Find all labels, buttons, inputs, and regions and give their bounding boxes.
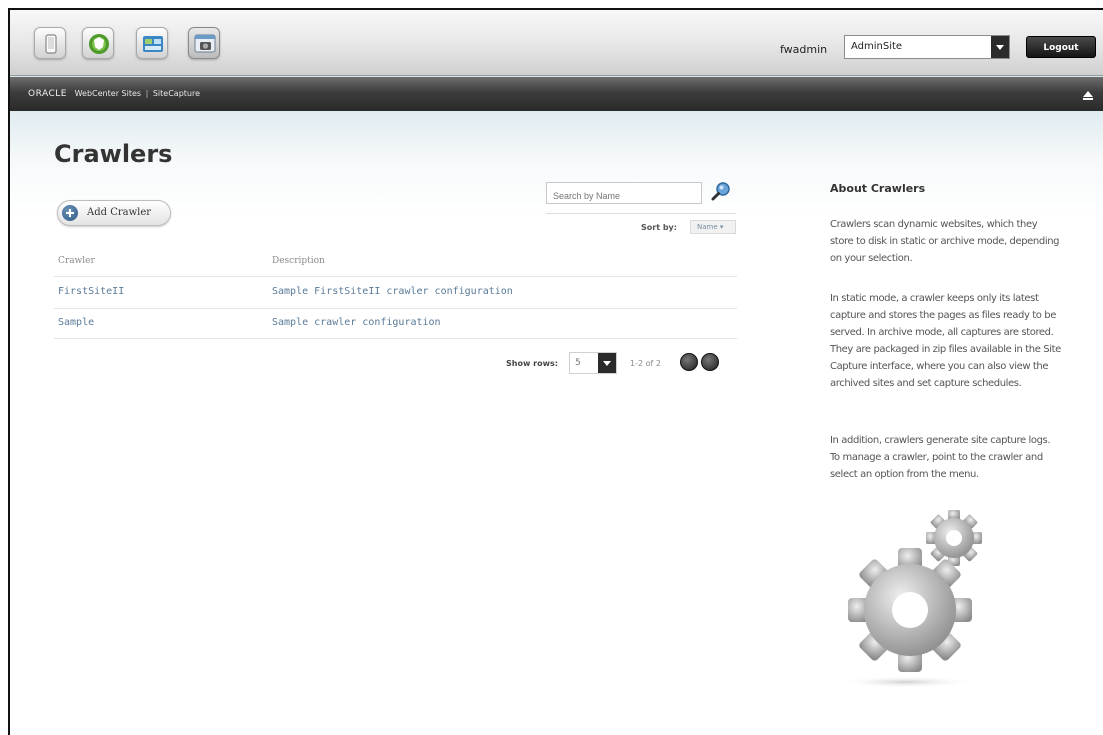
module-name: SiteCapture bbox=[152, 89, 201, 98]
next-page-button[interactable] bbox=[701, 353, 719, 371]
search-input[interactable] bbox=[546, 182, 702, 204]
username-label: fwadmin bbox=[780, 43, 828, 56]
sort-selector-value: Name bbox=[697, 223, 718, 231]
search-icon[interactable] bbox=[710, 180, 732, 202]
divider bbox=[54, 276, 737, 277]
column-header-crawler: Crawler bbox=[58, 256, 95, 266]
previous-page-button[interactable] bbox=[680, 353, 698, 371]
brand-bar: ORACLE WebCenter Sites | SiteCapture bbox=[10, 77, 1103, 111]
brand-separator: | bbox=[145, 89, 149, 98]
product-name: WebCenter Sites bbox=[74, 89, 142, 98]
admin-app-button[interactable] bbox=[82, 27, 114, 59]
eject-collapse-icon[interactable] bbox=[1083, 91, 1093, 100]
divider bbox=[546, 213, 736, 214]
top-toolbar: fwadmin AdminSite Logout bbox=[10, 10, 1103, 76]
chevron-down-icon[interactable] bbox=[991, 36, 1009, 58]
divider bbox=[54, 338, 737, 339]
sitecapture-app-button[interactable] bbox=[188, 27, 220, 59]
about-paragraph: Crawlers scan dynamic websites, which th… bbox=[830, 219, 1060, 264]
plus-circle-icon bbox=[62, 205, 78, 221]
about-paragraph: In static mode, a crawler keeps only its… bbox=[830, 293, 1061, 389]
add-crawler-label: Add Crawler bbox=[87, 207, 152, 218]
oracle-logo: ORACLE bbox=[28, 89, 67, 99]
camera-window-icon bbox=[194, 34, 216, 53]
green-shield-icon bbox=[89, 34, 109, 54]
page-title: Crawlers bbox=[54, 140, 173, 168]
logout-button[interactable]: Logout bbox=[1026, 36, 1096, 58]
show-rows-label: Show rows: bbox=[506, 359, 558, 368]
site-selector[interactable]: AdminSite bbox=[844, 35, 1010, 59]
contributor-app-button[interactable] bbox=[34, 27, 66, 59]
page-range-label: 1-2 of 2 bbox=[630, 359, 661, 368]
sort-selector[interactable]: Name ▾ bbox=[690, 220, 736, 234]
chevron-down-icon[interactable] bbox=[598, 353, 616, 373]
divider bbox=[54, 308, 737, 309]
site-selector-value: AdminSite bbox=[851, 41, 903, 52]
about-paragraph: In addition, crawlers generate site capt… bbox=[830, 435, 1051, 480]
dashboard-app-button[interactable] bbox=[136, 27, 168, 59]
crawler-name-link[interactable]: Sample bbox=[58, 317, 94, 328]
crawler-description: Sample FirstSiteII crawler configuration bbox=[272, 286, 513, 297]
brand-title: ORACLE WebCenter Sites | SiteCapture bbox=[28, 89, 200, 99]
application-window: fwadmin AdminSite Logout ORACLE WebCente… bbox=[8, 8, 1103, 735]
rows-per-page-select[interactable]: 5 bbox=[569, 352, 617, 374]
chevron-down-icon: ▾ bbox=[719, 223, 724, 231]
column-header-description: Description bbox=[272, 256, 325, 266]
about-title: About Crawlers bbox=[830, 182, 926, 195]
crawler-name-link[interactable]: FirstSiteII bbox=[58, 286, 124, 297]
mobile-device-icon bbox=[45, 34, 57, 54]
sort-label: Sort by: bbox=[641, 223, 677, 232]
dashboard-window-icon bbox=[143, 36, 163, 52]
add-crawler-button[interactable]: Add Crawler bbox=[57, 200, 171, 226]
gears-illustration-icon bbox=[838, 510, 982, 688]
crawler-description: Sample crawler configuration bbox=[272, 317, 441, 328]
rows-per-page-value: 5 bbox=[575, 358, 581, 368]
